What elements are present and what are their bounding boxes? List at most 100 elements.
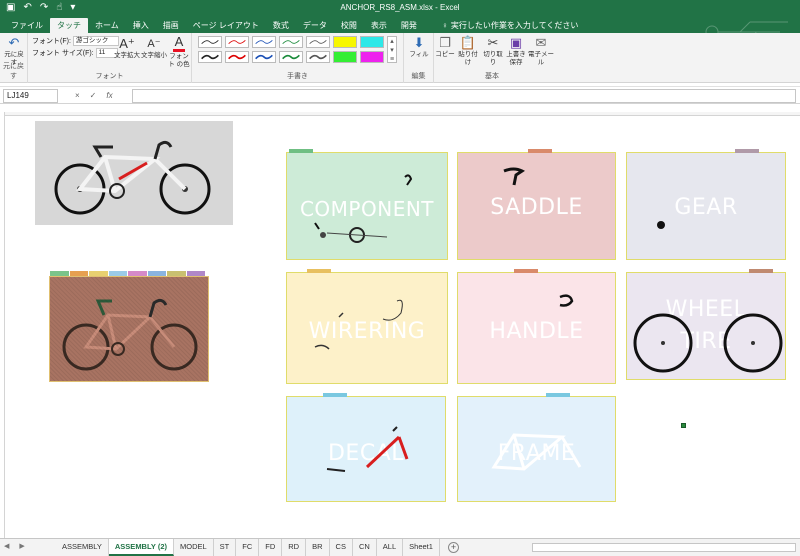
paste-button[interactable]: 📋 貼り付け <box>456 36 480 67</box>
card-handle[interactable]: HANDLE <box>457 269 616 384</box>
grow-font-button[interactable]: A⁺ 文字拡大 <box>114 37 140 60</box>
font-name-label: フォント(F): <box>32 38 71 45</box>
cut-button[interactable]: ✂ 切り取り <box>481 36 505 67</box>
tab-touch[interactable]: タッチ <box>50 18 88 33</box>
font-size-label: フォント サイズ(F): <box>32 50 94 57</box>
formula-input[interactable] <box>132 89 796 103</box>
name-box[interactable]: LJ149 <box>3 89 58 103</box>
tab-draw[interactable]: 描画 <box>156 18 186 33</box>
save-button[interactable]: ▣ 上書き保存 <box>506 36 526 67</box>
tell-me-box[interactable]: ♀ 実行したい作業を入力してください <box>424 18 579 33</box>
sheet-tab-st[interactable]: ST <box>214 539 237 556</box>
card-saddle[interactable]: SADDLE <box>457 149 616 260</box>
pen-black-thin[interactable] <box>198 36 222 48</box>
pens-more-icon[interactable]: ▴ ▾ ≡ <box>387 36 397 63</box>
card-wirering[interactable]: WIRERING <box>286 269 448 384</box>
sheet-tab-fd[interactable]: FD <box>259 539 283 556</box>
tab-view[interactable]: 表示 <box>364 18 394 33</box>
pen-gray-thin[interactable] <box>306 36 330 48</box>
pen-red-thick[interactable] <box>225 51 249 63</box>
email-icon: ✉ <box>535 35 547 50</box>
pen-blue-thick[interactable] <box>252 51 276 63</box>
ink-group-label: 手書き <box>287 73 308 80</box>
pen-gray-thick[interactable] <box>306 51 330 63</box>
font-shrink-icon: A⁻ <box>147 38 161 50</box>
pen-stroke-icon <box>228 40 246 44</box>
tinted-bike-overlay[interactable] <box>49 276 209 382</box>
sheet-tab-cs[interactable]: CS <box>330 539 353 556</box>
font-name-input[interactable]: 游ゴシック <box>72 36 119 46</box>
highlighter-yellow[interactable] <box>333 36 357 48</box>
fill-button[interactable]: ⬇ フィル <box>407 36 431 59</box>
sheet-tab-assembly[interactable]: ASSEMBLY <box>56 539 109 556</box>
card-decal[interactable]: DECAL <box>286 393 446 502</box>
tab-insert[interactable]: 挿入 <box>126 18 156 33</box>
bike-photo[interactable] <box>35 121 233 225</box>
card-frame[interactable]: FRAME <box>457 393 616 502</box>
copy-icon: ❐ <box>439 35 451 50</box>
edit-group: ⬇ フィル 編集 <box>404 33 434 83</box>
pen-green-thick[interactable] <box>279 51 303 63</box>
tab-developer[interactable]: 開発 <box>394 18 424 33</box>
tell-me-text: 実行したい作業を入力してください <box>450 21 579 30</box>
pen-black-thick[interactable] <box>198 51 222 63</box>
sheet-tab-cn[interactable]: CN <box>353 539 377 556</box>
ink-group: ▴ ▾ ≡ 手書き <box>192 33 404 83</box>
tab-formulas[interactable]: 数式 <box>266 18 296 33</box>
tab-data[interactable]: データ <box>296 18 334 33</box>
ribbon: ↶ 元に戻す 元に戻す フォント(F): 游ゴシック フォント サイズ(F): … <box>0 33 800 83</box>
pen-stroke-icon <box>309 54 327 60</box>
shrink-font-button[interactable]: A⁻ 文字縮小 <box>141 37 167 60</box>
sheet-tab-assembly-2[interactable]: ASSEMBLY (2) <box>108 539 174 556</box>
scissors-icon: ✂ <box>487 35 499 50</box>
tab-home[interactable]: ホーム <box>88 18 126 33</box>
sheet-tab-sheet1[interactable]: Sheet1 <box>403 539 440 556</box>
card-gear[interactable]: GEAR <box>626 149 786 260</box>
title-bar: ▣ ↶ ↷ ☝ ▾ ANCHOR_RS8_ASM.xlsx - Excel <box>0 0 800 16</box>
worksheet[interactable]: COMPONENT SADDLE GEAR WIRERING HANDLE WH… <box>0 104 800 538</box>
next-sheet-icon[interactable]: ▶ <box>19 542 24 550</box>
pen-stroke-icon <box>309 40 327 44</box>
pen-stroke-icon <box>255 40 273 44</box>
sheet-tab-all[interactable]: ALL <box>377 539 404 556</box>
card-wheel[interactable]: WHEEL TIRE <box>626 269 786 380</box>
highlighter-green[interactable] <box>333 51 357 63</box>
prev-sheet-icon[interactable]: ◀ <box>4 542 9 550</box>
cables-icon <box>314 299 403 350</box>
insert-function-icon[interactable]: fx <box>106 89 112 103</box>
row-header-strip <box>0 112 5 538</box>
pen-green-thin[interactable] <box>279 36 303 48</box>
fill-down-icon: ⬇ <box>413 35 425 50</box>
copy-button[interactable]: ❐ コピー <box>434 36 456 59</box>
pen-stroke-icon <box>201 40 219 44</box>
add-sheet-icon[interactable]: + <box>448 542 459 553</box>
tab-page-layout[interactable]: ページ レイアウト <box>186 18 266 33</box>
highlighter-cyan[interactable] <box>360 36 384 48</box>
cancel-icon[interactable]: × <box>75 89 80 103</box>
pen-stroke-icon <box>282 40 300 44</box>
pen-red-thin[interactable] <box>225 36 249 48</box>
font-name-row: フォント(F): 游ゴシック <box>32 36 119 46</box>
font-color-button[interactable]: A フォント の色 <box>168 35 190 69</box>
card-component[interactable]: COMPONENT <box>286 149 448 260</box>
horizontal-scrollbar[interactable] <box>532 543 796 552</box>
undo-group-label: 元に戻す <box>3 63 24 80</box>
formula-controls: × ✓ fx <box>75 89 113 103</box>
window-title: ANCHOR_RS8_ASM.xlsx - Excel <box>340 3 460 12</box>
font-group: フォント(F): 游ゴシック フォント サイズ(F): 11 A⁺ 文字拡大 A… <box>28 33 192 83</box>
email-button[interactable]: ✉ 電子メール <box>528 36 554 67</box>
enter-icon[interactable]: ✓ <box>90 89 97 103</box>
sheet-tab-rd[interactable]: RD <box>282 539 307 556</box>
tab-file[interactable]: ファイル <box>4 18 50 33</box>
formula-bar: LJ149 × ✓ fx <box>0 86 800 104</box>
undo-arrow-icon: ↶ <box>8 35 20 50</box>
highlighter-magenta[interactable] <box>360 51 384 63</box>
gear-icon <box>657 221 665 229</box>
tab-review[interactable]: 校閲 <box>334 18 364 33</box>
basic-group-label: 基本 <box>485 73 499 80</box>
pen-blue-thin[interactable] <box>252 36 276 48</box>
sheet-tab-model[interactable]: MODEL <box>174 539 214 556</box>
selection-handle[interactable] <box>681 423 686 428</box>
sheet-tab-fc[interactable]: FC <box>236 539 260 556</box>
sheet-tab-br[interactable]: BR <box>306 539 330 556</box>
